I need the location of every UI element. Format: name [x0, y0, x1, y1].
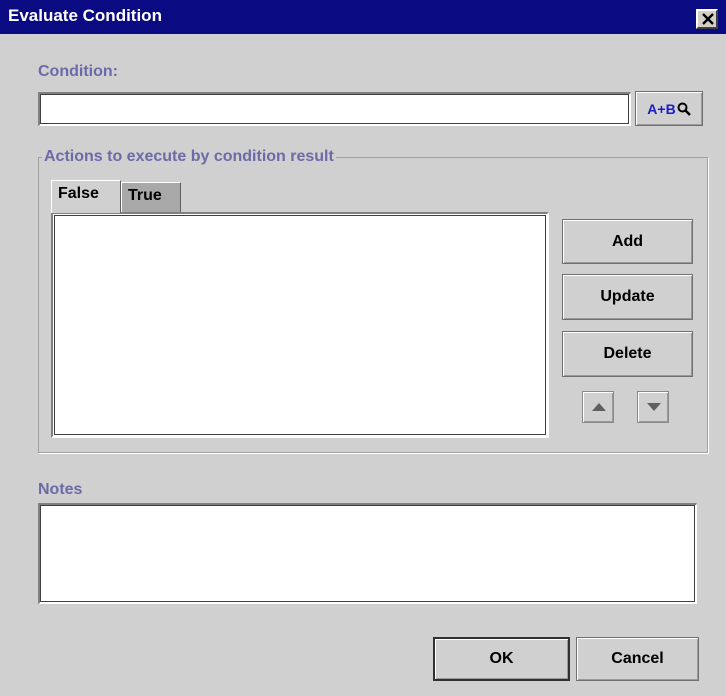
close-icon: [702, 13, 714, 25]
delete-button[interactable]: Delete: [562, 331, 693, 377]
notes-label: Notes: [38, 481, 83, 498]
tab-true[interactable]: True: [121, 182, 181, 212]
expression-builder-button[interactable]: A+B: [635, 91, 703, 126]
triangle-up-icon: [592, 403, 606, 411]
ok-button[interactable]: OK: [433, 637, 570, 681]
delete-button-label: Delete: [603, 345, 652, 362]
tab-false-label: False: [58, 185, 99, 202]
triangle-down-icon: [647, 403, 661, 411]
notes-textarea[interactable]: [38, 503, 697, 604]
actions-list[interactable]: [51, 212, 549, 438]
update-button-label: Update: [600, 288, 655, 305]
window-title: Evaluate Condition: [8, 6, 162, 25]
actions-group-title: Actions to execute by condition result: [42, 148, 336, 166]
add-button-label: Add: [611, 232, 644, 250]
close-button[interactable]: [696, 9, 718, 29]
title-bar[interactable]: Evaluate Condition: [0, 0, 726, 34]
add-button[interactable]: Add: [562, 219, 693, 264]
cancel-button-label: Cancel: [611, 650, 664, 667]
ok-button-label: OK: [489, 650, 514, 667]
condition-label: Condition:: [38, 63, 118, 80]
tab-true-label: True: [128, 187, 162, 204]
tab-false[interactable]: False: [51, 180, 121, 213]
move-up-button[interactable]: [582, 391, 614, 423]
evaluate-condition-dialog: Evaluate Condition Condition: A+B Action…: [0, 0, 726, 696]
condition-input[interactable]: [38, 92, 631, 126]
move-down-button[interactable]: [637, 391, 669, 423]
update-button[interactable]: Update: [562, 274, 693, 320]
expression-builder-label: A+B: [647, 100, 676, 117]
cancel-button[interactable]: Cancel: [576, 637, 699, 681]
magnifier-icon: [677, 102, 691, 116]
